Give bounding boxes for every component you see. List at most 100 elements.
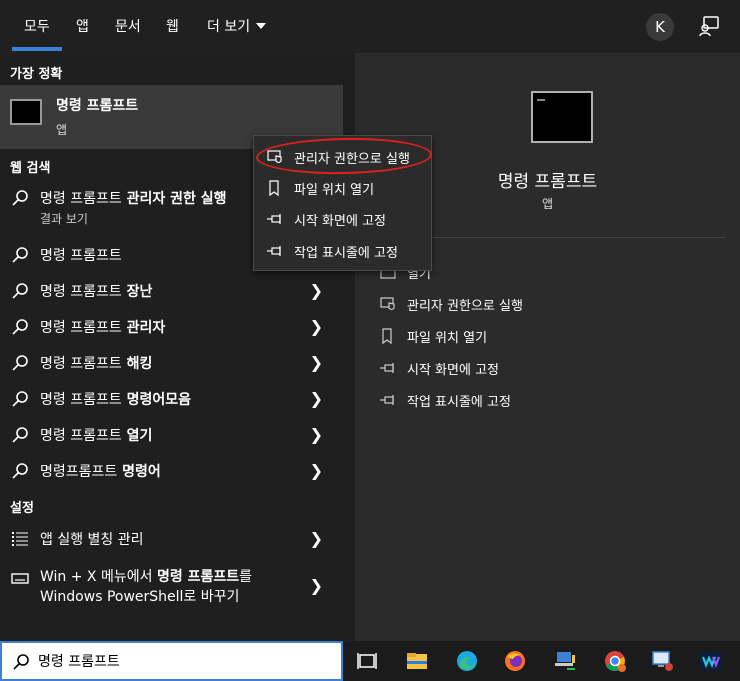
active-tab-indicator: [12, 47, 62, 51]
pin-icon: [380, 363, 394, 373]
web-result-item[interactable]: 명령 프롬프트 장난 ❯: [0, 272, 343, 308]
web-result-item[interactable]: 명령 프롬프트 열기 ❯: [0, 416, 343, 452]
web-result-bold: 명령어모음: [121, 392, 192, 408]
tab-more[interactable]: 더 보기: [207, 16, 267, 36]
web-result-bold: 장난: [121, 284, 153, 300]
remote-desktop-icon[interactable]: [651, 649, 675, 673]
web-result-bold: 관리자: [121, 320, 166, 336]
chevron-right-icon[interactable]: ❯: [310, 529, 323, 548]
context-item-label: 작업 표시줄에 고정: [294, 246, 398, 261]
file-icon: [269, 180, 279, 197]
pin-icon: [267, 246, 281, 256]
section-settings: 설정: [10, 501, 34, 516]
web-result-item[interactable]: 명령 프롬프트 해킹 ❯: [0, 344, 343, 380]
web-result-prefix: 명령 프롬프트: [40, 284, 122, 300]
web-result-item[interactable]: 명령 프롬프트 관리자 ❯: [0, 308, 343, 344]
web-result-item[interactable]: 명령프롬프트 명령어 ❯: [0, 452, 343, 488]
settings-line1-suffix: 를: [239, 569, 252, 585]
chevron-right-icon[interactable]: ❯: [310, 389, 323, 408]
action-label: 시작 화면에 고정: [407, 363, 499, 378]
best-match-title: 명령 프롬프트: [56, 98, 139, 114]
web-result-text: 명령 프롬프트 관리자: [40, 317, 165, 337]
action-label: 관리자 권한으로 실행: [407, 299, 523, 314]
chevron-down-icon: [256, 23, 267, 29]
search-icon: [12, 190, 28, 206]
tab-web[interactable]: 웹: [166, 16, 179, 36]
web-result-sub: 결과 보기: [40, 212, 88, 226]
action-label: 파일 위치 열기: [407, 331, 488, 346]
shield-icon: [380, 297, 395, 311]
web-result-text: 명령 프롬프트 명령어모음: [40, 389, 191, 409]
web-result-prefix: 명령 프롬프트: [40, 320, 122, 336]
web-result-bold: 관리자 권한 실행: [121, 191, 227, 207]
feedback-icon[interactable]: [698, 15, 720, 37]
settings-line1-prefix: Win + X 메뉴에서: [40, 569, 157, 585]
search-icon: [13, 654, 29, 670]
web-result-bold: 열기: [121, 428, 153, 444]
settings-line1-bold: 명령 프롬프트: [156, 569, 240, 585]
context-item-label: 시작 화면에 고정: [294, 214, 386, 229]
network-icon[interactable]: [553, 649, 577, 673]
chevron-right-icon[interactable]: ❯: [310, 425, 323, 444]
settings-result-item[interactable]: 앱 실행 별칭 관리 ❯: [0, 520, 343, 556]
section-web-search: 웹 검색: [10, 161, 51, 176]
tab-apps[interactable]: 앱: [76, 16, 89, 36]
chrome-icon[interactable]: [603, 649, 627, 673]
web-result-prefix: 명령 프롬프트: [40, 248, 122, 264]
best-match-subtitle: 앱: [56, 123, 68, 137]
chevron-right-icon[interactable]: ❯: [310, 461, 323, 480]
context-item-label: 파일 위치 열기: [294, 183, 375, 198]
command-prompt-icon: [531, 91, 593, 143]
web-result-text: 명령 프롬프트 열기: [40, 425, 152, 445]
web-result-text: 명령 프롬프트 장난: [40, 281, 152, 301]
chevron-right-icon[interactable]: ❯: [310, 317, 323, 336]
tab-more-label: 더 보기: [207, 19, 251, 35]
top-bar: 모두 앱 문서 웹 더 보기 K: [0, 0, 740, 53]
list-settings-icon: [12, 532, 28, 546]
search-icon: [12, 319, 28, 335]
file-icon: [382, 328, 392, 345]
settings-result-line2: Windows PowerShell로 바꾸기: [40, 589, 240, 605]
web-result-text: 명령 프롬프트 관리자 권한 실행: [40, 188, 227, 208]
search-icon: [12, 427, 28, 443]
task-view-icon[interactable]: [355, 649, 379, 673]
webex-icon[interactable]: [699, 649, 723, 673]
web-result-item[interactable]: 명령 프롬프트 명령어모음 ❯: [0, 380, 343, 416]
context-pin-to-taskbar[interactable]: 작업 표시줄에 고정: [254, 236, 433, 266]
settings-result-line1: Win + X 메뉴에서 명령 프롬프트를: [40, 566, 252, 586]
web-result-bold: 명령어: [117, 464, 161, 480]
web-result-prefix: 명령 프롬프트: [40, 428, 122, 444]
search-icon: [12, 391, 28, 407]
tab-documents[interactable]: 문서: [115, 16, 141, 36]
web-result-text: 명령프롬프트 명령어: [40, 461, 161, 481]
taskbar: [343, 641, 740, 681]
context-open-file-location[interactable]: 파일 위치 열기: [254, 173, 433, 203]
chevron-right-icon[interactable]: ❯: [310, 576, 323, 595]
settings-result-label: 앱 실행 별칭 관리: [40, 532, 144, 548]
edge-icon[interactable]: [455, 649, 479, 673]
web-result-prefix: 명령 프롬프트: [40, 356, 122, 372]
action-label: 작업 표시줄에 고정: [407, 395, 511, 410]
search-input[interactable]: [38, 650, 328, 672]
search-icon: [12, 355, 28, 371]
firefox-icon[interactable]: [503, 649, 527, 673]
chevron-right-icon[interactable]: ❯: [310, 281, 323, 300]
web-result-text: 명령 프롬프트: [40, 245, 122, 265]
search-icon: [12, 283, 28, 299]
file-explorer-icon[interactable]: [405, 649, 429, 673]
tab-all[interactable]: 모두: [24, 16, 50, 36]
search-box[interactable]: [0, 641, 343, 681]
search-icon: [12, 463, 28, 479]
section-best-match: 가장 정확: [10, 67, 63, 82]
chevron-right-icon[interactable]: ❯: [310, 353, 323, 372]
search-icon: [12, 247, 28, 263]
context-pin-to-start[interactable]: 시작 화면에 고정: [254, 204, 433, 234]
settings-result-item[interactable]: Win + X 메뉴에서 명령 프롬프트를 Windows PowerShell…: [0, 559, 343, 609]
command-prompt-icon: [10, 99, 42, 125]
web-result-bold: 해킹: [121, 356, 153, 372]
avatar[interactable]: K: [646, 13, 674, 41]
web-result-prefix: 명령프롬프트: [40, 464, 118, 480]
web-result-prefix: 명령 프롬프트: [40, 392, 122, 408]
web-result-text: 명령 프롬프트 해킹: [40, 353, 152, 373]
keyboard-icon: [11, 573, 29, 584]
